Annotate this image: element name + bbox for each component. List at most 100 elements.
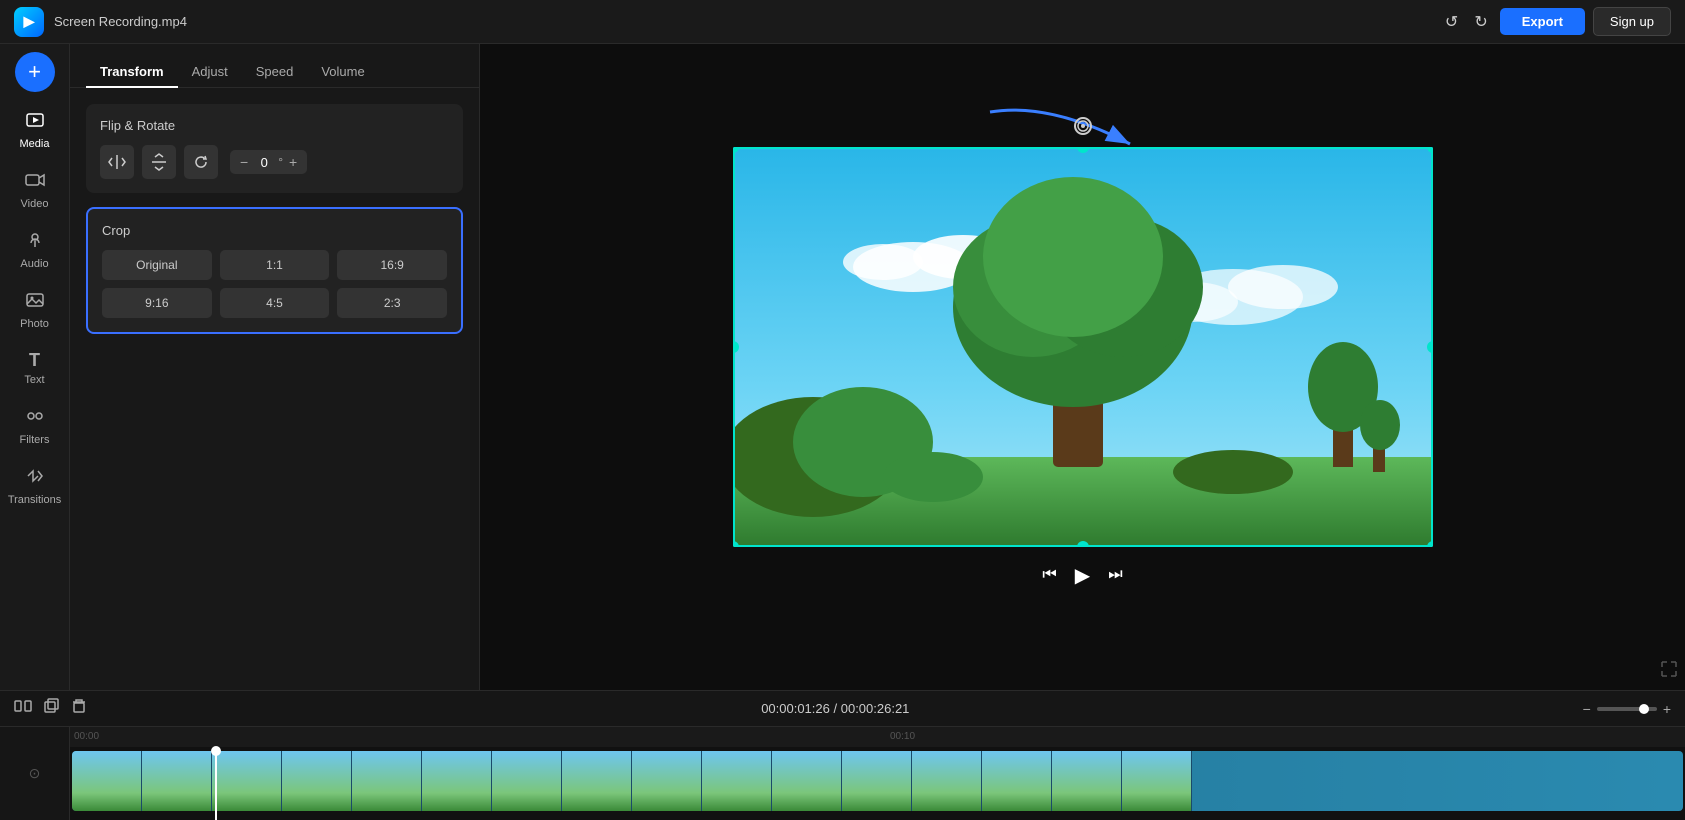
filters-icon bbox=[25, 406, 45, 431]
track-thumbnail-16 bbox=[1122, 751, 1192, 811]
timeline: 00:00:01:26 / 00:00:26:21 − + ⊙ 00:00 00… bbox=[0, 690, 1685, 820]
track-thumbnail-4 bbox=[282, 751, 352, 811]
flip-horizontal-button[interactable] bbox=[100, 145, 134, 179]
next-frame-button[interactable]: ⏭ bbox=[1108, 566, 1122, 584]
logo-icon: ▶ bbox=[24, 13, 35, 30]
sidebar-item-video[interactable]: Video bbox=[5, 162, 65, 218]
playhead[interactable] bbox=[215, 751, 217, 820]
sidebar-item-photo[interactable]: Photo bbox=[5, 282, 65, 338]
track-thumbnail-15 bbox=[1052, 751, 1122, 811]
timeline-zoom-control: − + bbox=[1583, 701, 1671, 717]
export-button[interactable]: Export bbox=[1500, 8, 1585, 35]
zoom-slider[interactable] bbox=[1597, 707, 1657, 711]
fullscreen-button[interactable] bbox=[1661, 661, 1677, 682]
play-button[interactable]: ▶ bbox=[1075, 563, 1090, 588]
redo-button[interactable]: ↻ bbox=[1470, 8, 1491, 36]
rotate-plus-button[interactable]: + bbox=[287, 154, 299, 170]
audio-icon bbox=[25, 230, 45, 255]
timeline-left-col: ⊙ bbox=[0, 727, 70, 820]
rotate-degree-label: ° bbox=[278, 155, 283, 169]
sidebar-item-transitions[interactable]: Transitions bbox=[5, 458, 65, 514]
app-logo: ▶ bbox=[14, 7, 44, 37]
topbar-actions: ↺ ↻ Export Sign up bbox=[1441, 7, 1671, 36]
tab-volume[interactable]: Volume bbox=[307, 56, 378, 87]
track-thumbnail-12 bbox=[842, 751, 912, 811]
sidebar: + Media Video Audio Photo T bbox=[0, 44, 70, 690]
rotate-minus-button[interactable]: − bbox=[238, 154, 250, 170]
photo-icon bbox=[25, 290, 45, 315]
previous-frame-button[interactable]: ⏮ bbox=[1042, 566, 1056, 584]
panel-content: Flip & Rotate − 0 ° + bbox=[70, 88, 479, 350]
timeline-content: 00:00 00:10 bbox=[70, 727, 1685, 820]
track-thumbnail-1 bbox=[72, 751, 142, 811]
duplicate-button[interactable] bbox=[42, 697, 60, 720]
track-thumbnail-6 bbox=[422, 751, 492, 811]
crop-preset-2-3[interactable]: 2:3 bbox=[337, 288, 447, 318]
player-controls: ⏮ ▶ ⏭ bbox=[1042, 563, 1122, 588]
crop-preset-16-9[interactable]: 16:9 bbox=[337, 250, 447, 280]
sidebar-item-video-label: Video bbox=[21, 198, 49, 210]
split-button[interactable] bbox=[14, 697, 32, 720]
add-media-button[interactable]: + bbox=[15, 52, 55, 92]
ruler-mark-start: 00:00 bbox=[74, 731, 99, 742]
crop-section: Crop Original 1:1 16:9 9:16 4:5 2:3 bbox=[86, 207, 463, 334]
rotate-button[interactable] bbox=[184, 145, 218, 179]
crop-preset-9-16[interactable]: 9:16 bbox=[102, 288, 212, 318]
zoom-out-button[interactable]: − bbox=[1583, 701, 1591, 717]
ruler-mark-mid: 00:10 bbox=[890, 731, 915, 742]
flip-vertical-button[interactable] bbox=[142, 145, 176, 179]
sidebar-item-photo-label: Photo bbox=[20, 318, 49, 330]
track-thumbnail-11 bbox=[772, 751, 842, 811]
crop-preset-original[interactable]: Original bbox=[102, 250, 212, 280]
crop-preset-4-5[interactable]: 4:5 bbox=[220, 288, 330, 318]
sidebar-item-filters[interactable]: Filters bbox=[5, 398, 65, 454]
track-thumbnail-10 bbox=[702, 751, 772, 811]
track-thumbnail-7 bbox=[492, 751, 562, 811]
text-icon: T bbox=[29, 350, 40, 371]
crop-handle-top-mid[interactable] bbox=[1077, 147, 1089, 153]
track-thumbnail-14 bbox=[982, 751, 1052, 811]
track-thumbnail-13 bbox=[912, 751, 982, 811]
video-icon bbox=[25, 170, 45, 195]
sidebar-item-audio-label: Audio bbox=[20, 258, 48, 270]
video-track[interactable] bbox=[72, 751, 1683, 811]
track-thumbnail-9 bbox=[632, 751, 702, 811]
crop-handle-left-mid[interactable] bbox=[733, 341, 739, 353]
zoom-thumb bbox=[1639, 704, 1649, 714]
file-name: Screen Recording.mp4 bbox=[54, 14, 1431, 29]
video-frame-wrapper bbox=[733, 147, 1433, 547]
timeline-ruler: 00:00 00:10 bbox=[70, 727, 1685, 747]
media-icon bbox=[25, 110, 45, 135]
crop-preset-1-1[interactable]: 1:1 bbox=[220, 250, 330, 280]
crop-handle-right-mid[interactable] bbox=[1427, 341, 1433, 353]
flip-rotate-title: Flip & Rotate bbox=[100, 118, 449, 133]
playhead-head bbox=[211, 746, 221, 756]
track-thumbnail-5 bbox=[352, 751, 422, 811]
sidebar-item-audio[interactable]: Audio bbox=[5, 222, 65, 278]
delete-button[interactable] bbox=[70, 697, 88, 720]
tab-speed[interactable]: Speed bbox=[242, 56, 308, 87]
rotate-value-control: − 0 ° + bbox=[230, 150, 307, 174]
transform-panel: Transform Adjust Speed Volume Flip & Rot… bbox=[70, 44, 480, 690]
crop-presets-grid: Original 1:1 16:9 9:16 4:5 2:3 bbox=[102, 250, 447, 318]
tab-adjust[interactable]: Adjust bbox=[178, 56, 242, 87]
undo-button[interactable]: ↺ bbox=[1441, 8, 1462, 36]
current-time: 00:00:01:26 bbox=[761, 701, 830, 716]
sidebar-item-media-label: Media bbox=[20, 138, 50, 150]
signup-button[interactable]: Sign up bbox=[1593, 7, 1671, 36]
sidebar-item-transitions-label: Transitions bbox=[8, 494, 61, 506]
timeline-layer-icon: ⊙ bbox=[29, 765, 41, 782]
flip-rotate-section: Flip & Rotate − 0 ° + bbox=[86, 104, 463, 193]
rotate-value-display: 0 bbox=[254, 155, 274, 170]
track-thumbnail-8 bbox=[562, 751, 632, 811]
tab-transform[interactable]: Transform bbox=[86, 56, 178, 87]
preview-scene bbox=[733, 147, 1433, 547]
crop-handle-bottom-mid[interactable] bbox=[1077, 541, 1089, 547]
sidebar-item-filters-label: Filters bbox=[20, 434, 50, 446]
flip-rotate-controls: − 0 ° + bbox=[100, 145, 449, 179]
sidebar-item-text[interactable]: T Text bbox=[5, 342, 65, 394]
crop-title: Crop bbox=[102, 223, 447, 238]
rotate-drag-handle[interactable] bbox=[1074, 117, 1092, 135]
sidebar-item-media[interactable]: Media bbox=[5, 102, 65, 158]
zoom-in-button[interactable]: + bbox=[1663, 701, 1671, 717]
